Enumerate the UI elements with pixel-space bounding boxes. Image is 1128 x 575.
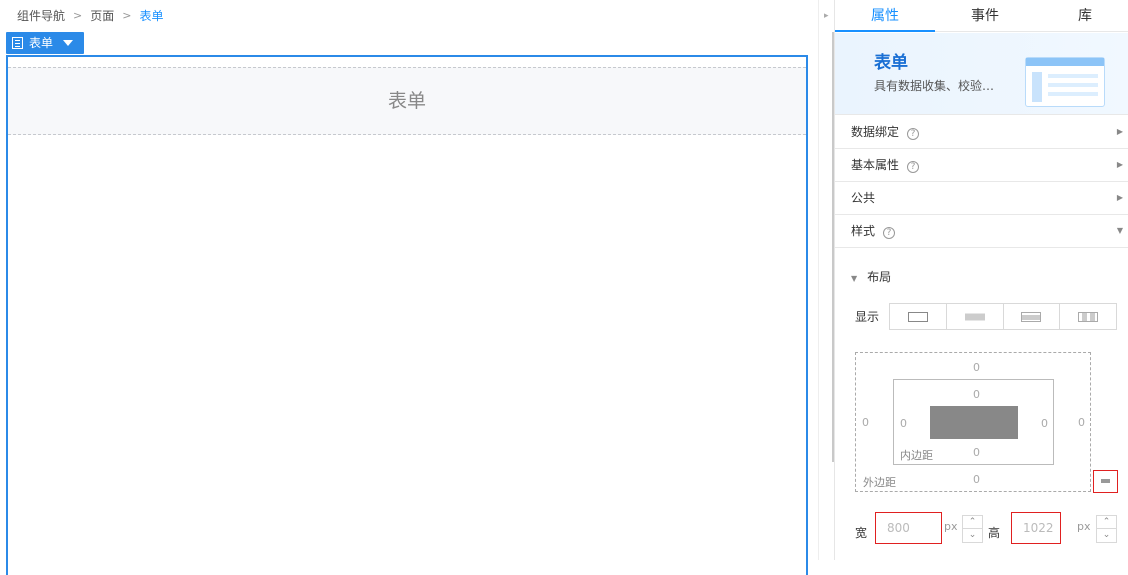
component-tag-label: 表单 (29, 36, 54, 50)
margin-label: 外边距 (863, 476, 896, 489)
breadcrumb-item[interactable]: 页面 (90, 9, 114, 23)
section-label: 样式 (851, 224, 876, 238)
flex-icon (1078, 311, 1099, 322)
form-canvas[interactable]: 表单 (6, 55, 808, 575)
chevron-right-icon: > (73, 9, 83, 22)
size-row: 宽 800 px ⌃ ⌄ 高 1022 px ⌃ ⌄ (835, 512, 1128, 546)
height-unit: px (1077, 520, 1091, 533)
chevron-down-icon: ▼ (1116, 226, 1123, 235)
lock-icon (1101, 479, 1110, 483)
display-inline-block-button[interactable] (1004, 304, 1061, 329)
chevron-right-icon[interactable]: ▸ (824, 11, 829, 21)
width-input[interactable]: 800 (875, 512, 942, 544)
block-icon (907, 311, 928, 322)
section-label: 公共 (851, 191, 876, 205)
padding-top-value[interactable]: 0 (973, 388, 980, 401)
chevron-down-icon[interactable]: ⌄ (963, 529, 982, 542)
question-circle-icon[interactable]: ? (907, 128, 920, 140)
content-box (930, 406, 1018, 439)
tab-properties[interactable]: 属性 (871, 0, 899, 32)
margin-lock-button[interactable] (1093, 470, 1118, 493)
padding-box: 0 0 0 0 内边距 (893, 379, 1054, 465)
padding-bottom-value[interactable]: 0 (973, 446, 980, 459)
banner-title: 表单 (874, 53, 908, 73)
height-input[interactable]: 1022 (1011, 512, 1061, 544)
height-label: 高 (988, 526, 1001, 540)
inline-icon (964, 313, 985, 320)
breadcrumb-item[interactable]: 组件导航 (17, 9, 65, 23)
chevron-right-icon: ▶ (1116, 127, 1123, 136)
section-data-binding[interactable]: 数据绑定? ▶ (835, 116, 1128, 149)
component-tag[interactable]: 表单 (6, 32, 84, 54)
panel-splitter[interactable]: ▸ (818, 0, 835, 560)
tab-library[interactable]: 库 (1078, 0, 1092, 32)
form-icon (12, 37, 23, 49)
chevron-up-icon[interactable]: ⌃ (1097, 516, 1116, 529)
layout-title: 布局 (867, 270, 892, 284)
section-label: 基本属性 (851, 158, 900, 172)
tab-events[interactable]: 事件 (971, 0, 999, 32)
width-label: 宽 (855, 526, 868, 540)
display-mode-group (889, 303, 1117, 330)
margin-right-value[interactable]: 0 (1078, 416, 1085, 429)
tab-indicator (835, 30, 935, 32)
breadcrumb: 组件导航 > 页面 > 表单 (17, 7, 163, 24)
section-basic-props[interactable]: 基本属性? ▶ (835, 149, 1128, 182)
margin-left-value[interactable]: 0 (862, 416, 869, 429)
chevron-down-icon: ▼ (851, 274, 858, 283)
display-inline-button[interactable] (947, 304, 1004, 329)
chevron-right-icon: > (122, 9, 132, 22)
breadcrumb-current: 表单 (139, 9, 164, 23)
layout-group-header[interactable]: ▼ 布局 (851, 268, 891, 285)
margin-top-value[interactable]: 0 (973, 361, 980, 374)
question-circle-icon[interactable]: ? (883, 227, 896, 239)
padding-left-value[interactable]: 0 (900, 417, 907, 430)
chevron-up-icon[interactable]: ⌃ (963, 516, 982, 529)
form-title[interactable]: 表单 (8, 67, 806, 135)
height-stepper[interactable]: ⌃ ⌄ (1096, 515, 1117, 543)
form-illustration-icon (1025, 57, 1105, 107)
section-style[interactable]: 样式? ▼ (835, 215, 1128, 248)
section-label: 数据绑定 (851, 125, 900, 139)
caret-down-icon[interactable] (63, 40, 74, 46)
chevron-down-icon[interactable]: ⌄ (1097, 529, 1116, 542)
banner-description: 具有数据收集、校验… (874, 79, 995, 93)
width-unit: px (944, 520, 958, 533)
panel-tabs: 属性 事件 库 (835, 0, 1128, 32)
chevron-right-icon: ▶ (1116, 193, 1123, 202)
margin-bottom-value[interactable]: 0 (973, 473, 980, 486)
canvas-area: 组件导航 > 页面 > 表单 表单 表单 (0, 0, 818, 575)
margin-box: 0 0 0 0 外边距 0 0 0 0 内边距 (855, 352, 1091, 492)
property-panel: 属性 事件 库 表单 具有数据收集、校验… 数据绑定? ▶ 基本属性? ▶ 公共… (834, 0, 1128, 560)
padding-label: 内边距 (900, 449, 933, 462)
section-common[interactable]: 公共 ▶ (835, 182, 1128, 215)
padding-right-value[interactable]: 0 (1041, 417, 1048, 430)
display-block-button[interactable] (890, 304, 947, 329)
inline-block-icon (1021, 311, 1042, 322)
chevron-right-icon: ▶ (1116, 160, 1123, 169)
component-banner: 表单 具有数据收集、校验… (835, 33, 1128, 115)
display-label: 显示 (855, 310, 880, 324)
width-stepper[interactable]: ⌃ ⌄ (962, 515, 983, 543)
display-flex-button[interactable] (1060, 304, 1116, 329)
question-circle-icon[interactable]: ? (907, 161, 920, 173)
